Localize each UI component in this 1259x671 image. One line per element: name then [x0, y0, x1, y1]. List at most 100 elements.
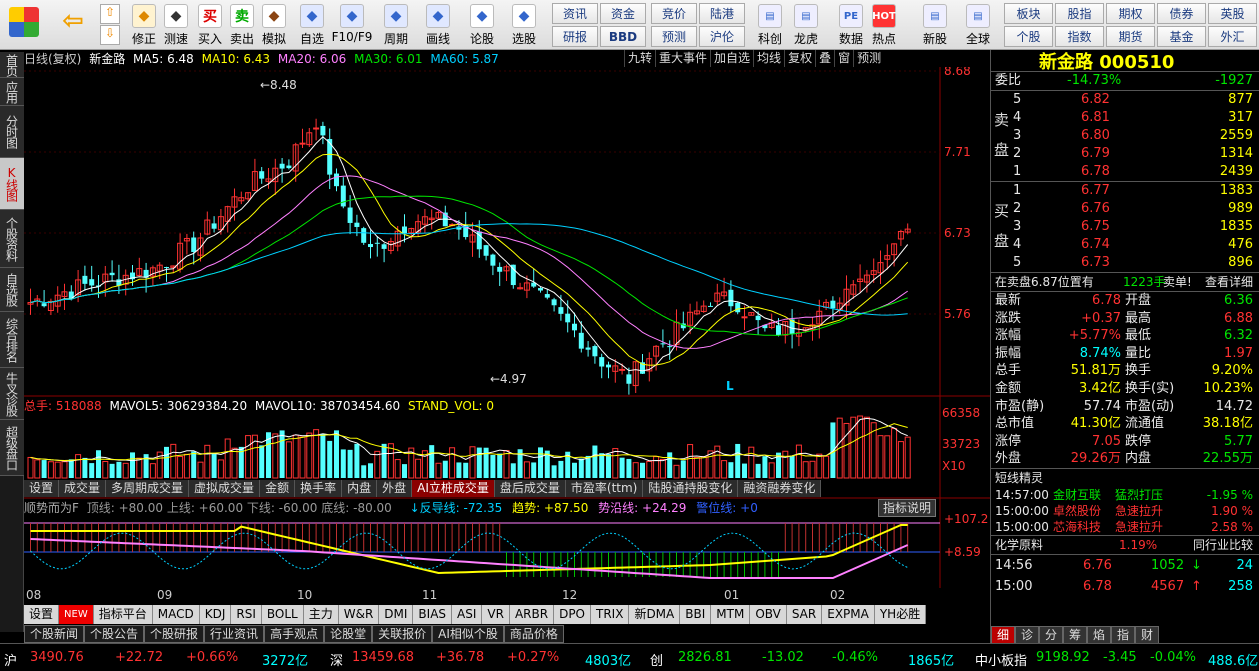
- market-btn-1[interactable]: 股指: [1055, 3, 1104, 24]
- sell-level-4[interactable]: 4 6.81 317: [991, 109, 1259, 127]
- 新股-button[interactable]: ▤ 新股: [917, 1, 953, 47]
- quote-tab-5[interactable]: 指: [1111, 626, 1135, 644]
- indicator-tab-3[interactable]: MACD: [153, 605, 200, 624]
- indicator-tab-21[interactable]: EXPMA: [822, 605, 875, 624]
- zx-index[interactable]: 9198.92: [1036, 650, 1090, 665]
- left-tab-2[interactable]: 分时图: [0, 106, 24, 158]
- indicator-tab-13[interactable]: ARBR: [510, 605, 555, 624]
- left-tab-0[interactable]: 首页: [0, 52, 24, 78]
- sz-index[interactable]: 13459.68: [352, 650, 414, 665]
- news-tab-8[interactable]: 商品价格: [503, 625, 564, 643]
- indicator-tab-2[interactable]: 指标平台: [94, 605, 153, 624]
- left-tab-6[interactable]: 综合排名: [0, 312, 24, 368]
- quote-tab-4[interactable]: 焰: [1087, 626, 1111, 644]
- sell-level-5[interactable]: 5 6.82 877: [991, 91, 1259, 109]
- chart-tool-4[interactable]: 复权: [784, 50, 815, 67]
- market-btn-3[interactable]: 债券: [1157, 3, 1206, 24]
- vol-tab-11[interactable]: 陆股通持股变化: [643, 480, 739, 497]
- 周期-button[interactable]: ◆ 周期: [380, 1, 412, 47]
- vol-tab-4[interactable]: 金额: [260, 480, 296, 497]
- buy-level-3[interactable]: 3 6.75 1835: [991, 218, 1259, 236]
- sell-level-3[interactable]: 3 6.80 2559: [991, 127, 1259, 145]
- 买入-button[interactable]: 买买入: [194, 1, 226, 47]
- market-btn-7[interactable]: 期货: [1106, 26, 1155, 47]
- quote-tab-6[interactable]: 财: [1135, 626, 1159, 644]
- market-btn-0[interactable]: 板块: [1004, 3, 1053, 24]
- indicator-tab-15[interactable]: TRIX: [591, 605, 630, 624]
- vol-tab-3[interactable]: 虚拟成交量: [189, 480, 261, 497]
- 论股-button[interactable]: ◆ 论股: [466, 1, 498, 47]
- indicator-tab-17[interactable]: BBI: [680, 605, 712, 624]
- 卖出-button[interactable]: 卖卖出: [226, 1, 258, 47]
- grid2-btn-3[interactable]: 沪伦: [699, 26, 745, 47]
- indicator-tab-22[interactable]: YH必胜: [875, 605, 927, 624]
- indicator-tab-11[interactable]: ASI: [452, 605, 483, 624]
- 全球-button[interactable]: ▤ 全球: [960, 1, 996, 47]
- grid2-btn-0[interactable]: 竞价: [651, 3, 697, 24]
- grid1-btn-1[interactable]: 资金: [600, 3, 646, 24]
- order-detail-link[interactable]: 查看详细: [1205, 273, 1253, 291]
- indicator-tab-4[interactable]: KDJ: [200, 605, 232, 624]
- buy-level-4[interactable]: 4 6.74 476: [991, 236, 1259, 254]
- buy-level-5[interactable]: 5 6.73 896: [991, 254, 1259, 272]
- grid1-btn-3[interactable]: BBD: [600, 26, 646, 47]
- 选股-button[interactable]: ◆ 选股: [508, 1, 540, 47]
- news-tab-7[interactable]: AI相似个股: [432, 625, 504, 643]
- 科创-button[interactable]: ▤ 科创: [752, 1, 788, 47]
- sell-level-2[interactable]: 2 6.79 1314: [991, 145, 1259, 163]
- 模拟-button[interactable]: ◆ 模拟: [258, 1, 290, 47]
- market-btn-2[interactable]: 期权: [1106, 3, 1155, 24]
- chart-tool-7[interactable]: 预测: [853, 50, 884, 67]
- news-tab-2[interactable]: 个股研报: [144, 625, 205, 643]
- vol-tab-5[interactable]: 换手率: [295, 480, 343, 497]
- vol-tab-10[interactable]: 市盈率(ttm): [565, 480, 644, 497]
- left-tab-8[interactable]: 超级盘口: [0, 420, 24, 476]
- grid2-btn-1[interactable]: 陆港: [699, 3, 745, 24]
- indicator-tab-7[interactable]: 主力: [304, 605, 339, 624]
- sell-level-1[interactable]: 1 6.78 2439: [991, 163, 1259, 181]
- quote-tab-1[interactable]: 诊: [1015, 626, 1039, 644]
- indicator-help-button[interactable]: 指标说明: [878, 499, 937, 517]
- left-tab-5[interactable]: 自选股: [0, 268, 24, 312]
- 测速-button[interactable]: ◆ 测速: [160, 1, 192, 47]
- short-item[interactable]: 15:00:00 卓然股份 急速拉升 1.90 %: [991, 503, 1259, 519]
- chart-tool-2[interactable]: 加自选: [710, 50, 753, 67]
- market-btn-5[interactable]: 个股: [1004, 26, 1053, 47]
- vol-tab-1[interactable]: 成交量: [59, 480, 107, 497]
- indicator-tab-19[interactable]: OBV: [750, 605, 787, 624]
- grid2-btn-2[interactable]: 预测: [651, 26, 697, 47]
- home-button[interactable]: [2, 1, 46, 47]
- period-label[interactable]: 日线(复权): [24, 52, 81, 66]
- market-btn-8[interactable]: 基金: [1157, 26, 1206, 47]
- indicator-tab-6[interactable]: BOLL: [262, 605, 304, 624]
- left-tab-4[interactable]: 个股资料: [0, 210, 24, 268]
- indicator-tab-20[interactable]: SAR: [787, 605, 823, 624]
- industry-compare-button[interactable]: 同行业比较: [1193, 536, 1253, 554]
- chart-tool-5[interactable]: 叠: [815, 50, 834, 67]
- chart-tool-1[interactable]: 重大事件: [655, 50, 710, 67]
- quote-tab-0[interactable]: 细: [991, 626, 1015, 644]
- short-item[interactable]: 15:00:00 芯海科技 急速拉升 2.58 %: [991, 519, 1259, 535]
- indicator-tab-12[interactable]: VR: [482, 605, 510, 624]
- vol-tab-7[interactable]: 外盘: [377, 480, 413, 497]
- vol-tab-9[interactable]: 盘后成交量: [494, 480, 566, 497]
- news-tab-3[interactable]: 行业资讯: [204, 625, 265, 643]
- buy-level-2[interactable]: 2 6.76 989: [991, 200, 1259, 218]
- indicator-tab-14[interactable]: DPO: [554, 605, 591, 624]
- indicator-tab-18[interactable]: MTM: [711, 605, 751, 624]
- 热点-button[interactable]: HOT 热点: [866, 1, 902, 47]
- vol-tab-8[interactable]: AI立桩成交量: [412, 480, 495, 497]
- indicator-tab-10[interactable]: BIAS: [413, 605, 453, 624]
- indicator-tab-1[interactable]: NEW: [59, 605, 94, 624]
- indicator-tab-16[interactable]: 新DMA: [629, 605, 681, 624]
- F10/F9-button[interactable]: ◆ F10/F9: [332, 1, 372, 47]
- 自选-button[interactable]: ◆ 自选: [296, 1, 328, 47]
- 数据-button[interactable]: PE 数据: [833, 1, 869, 47]
- arrow-up-icon[interactable]: ⇧: [100, 4, 120, 24]
- news-tab-0[interactable]: 个股新闻: [24, 625, 85, 643]
- news-tab-6[interactable]: 关联报价: [372, 625, 433, 643]
- market-btn-9[interactable]: 外汇: [1208, 26, 1257, 47]
- news-tab-1[interactable]: 个股公告: [84, 625, 145, 643]
- vol-tab-12[interactable]: 融资融券变化: [738, 480, 822, 497]
- chart-tool-0[interactable]: 九转: [624, 50, 655, 67]
